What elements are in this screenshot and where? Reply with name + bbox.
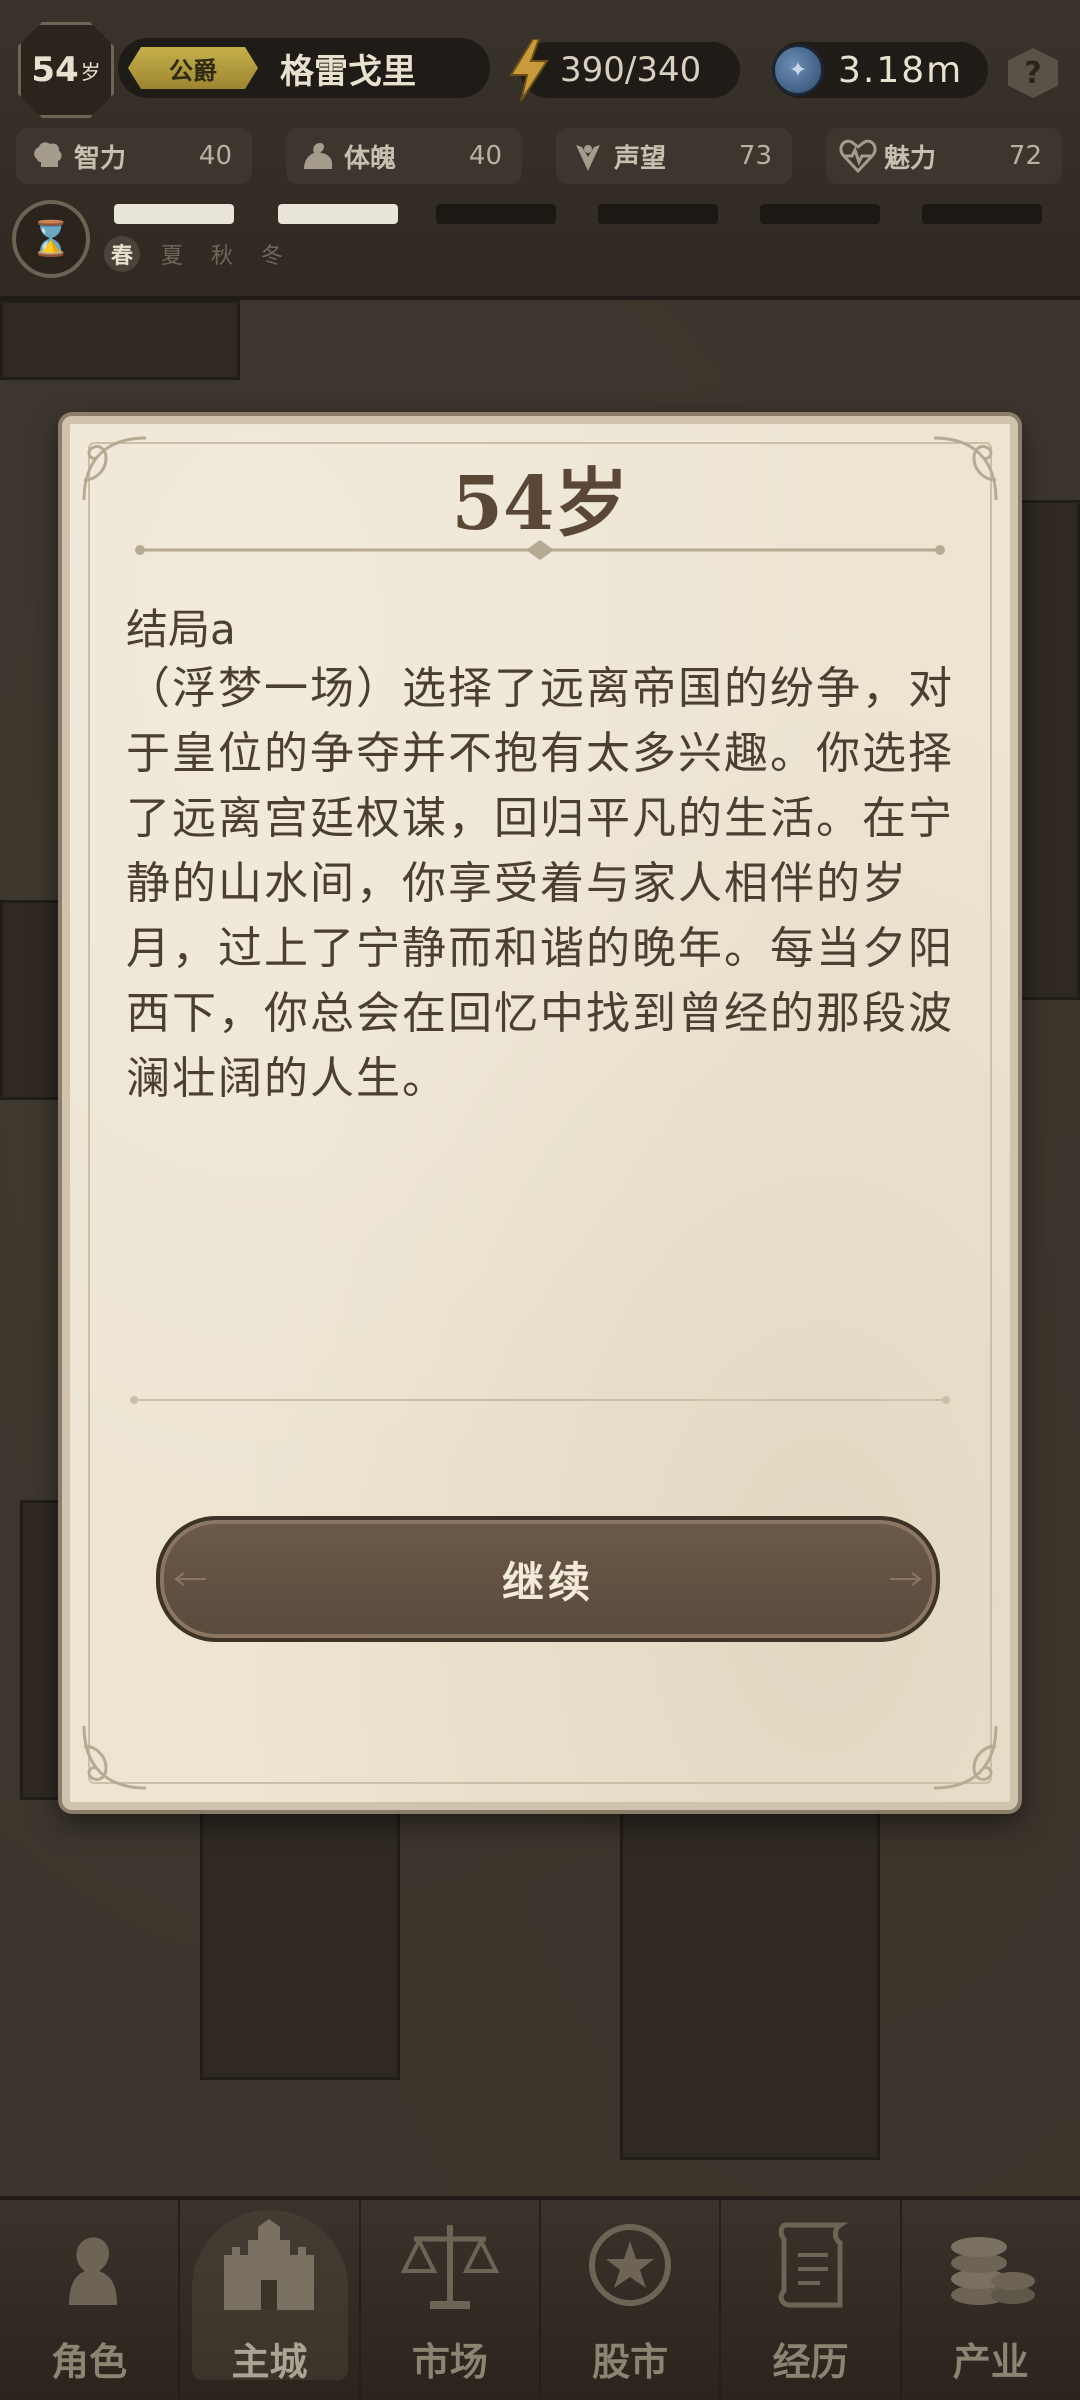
dialog-title: 54岁 [451, 461, 629, 547]
stat-physique[interactable]: 体魄 40 [286, 128, 522, 184]
progress-segment [278, 204, 398, 224]
stat-intelligence[interactable]: 智力 40 [16, 128, 252, 184]
nav-industry[interactable]: 产业 [902, 2200, 1080, 2400]
progress-segment [922, 204, 1042, 224]
progress-segment [760, 204, 880, 224]
progress-segment [436, 204, 556, 224]
money-pill[interactable]: ✦ 3.18m [772, 42, 988, 98]
stat-label: 魅力 [884, 143, 937, 174]
ending-label: 结局a [126, 605, 236, 654]
energy-value: 390/340 [560, 50, 702, 90]
continue-label: 继续 [501, 1557, 594, 1607]
brain-icon [28, 136, 68, 176]
corner-ornament-icon [933, 1725, 998, 1790]
nav-main-city[interactable]: 主城 [180, 2200, 361, 2400]
age-value: 54 [31, 50, 79, 90]
age-unit: 岁 [80, 59, 101, 84]
season-summer: 夏 [160, 244, 183, 269]
corner-ornament-icon [82, 1725, 147, 1790]
ornamental-divider [130, 1396, 950, 1404]
money-value: 3.18m [838, 49, 964, 91]
story-text: （浮梦一场）选择了远离帝国的纷争，对于皇位的争夺并不抱有太多兴趣。你选择了远离宫… [126, 663, 954, 1104]
nav-label: 角色 [51, 2339, 128, 2384]
heartbeat-icon [838, 136, 878, 176]
season-winter: 冬 [260, 244, 283, 269]
stat-value: 73 [738, 141, 772, 171]
nav-market[interactable]: 市场 [361, 2200, 541, 2400]
castle-icon [209, 2205, 329, 2325]
stat-charm[interactable]: 魅力 72 [826, 128, 1062, 184]
stock-icon [570, 2205, 690, 2325]
nav-history[interactable]: 经历 [721, 2200, 902, 2400]
button-ornament-icon [890, 1572, 922, 1586]
button-ornament-icon [174, 1572, 206, 1586]
stat-label: 声望 [614, 143, 667, 174]
ending-dialog: 54岁 结局a （浮梦一场）选择了远离帝国的纷争，对于皇位的争夺并不抱有太多兴趣… [62, 416, 1018, 1810]
season-autumn: 秋 [210, 244, 233, 269]
stat-reputation[interactable]: 声望 73 [556, 128, 792, 184]
player-name-pill[interactable]: 公爵 格雷戈里 [118, 38, 490, 98]
nav-stock-market[interactable]: 股市 [541, 2200, 722, 2400]
character-icon [29, 2205, 149, 2325]
season-spring: 春 [104, 236, 140, 272]
progress-segment [598, 204, 718, 224]
lightning-bolt-icon [506, 38, 552, 102]
ornamental-divider [135, 540, 945, 560]
player-name: 格雷戈里 [280, 51, 416, 92]
stat-label: 体魄 [344, 143, 397, 174]
season-progress: ⌛ 春 夏 秋 冬 [8, 196, 1068, 286]
nav-label: 主城 [231, 2339, 308, 2384]
coins-icon [931, 2205, 1051, 2325]
nav-character[interactable]: 角色 [0, 2200, 181, 2400]
nav-label: 市场 [411, 2339, 488, 2384]
hourglass-icon: ⌛ [12, 200, 90, 278]
nav-label: 经历 [772, 2339, 849, 2384]
stat-value: 40 [198, 141, 232, 171]
stat-value: 40 [468, 141, 502, 171]
progress-segment [114, 204, 234, 224]
help-icon[interactable]: ? [1008, 48, 1058, 98]
stat-label: 智力 [74, 143, 127, 174]
scroll-icon [750, 2205, 870, 2325]
bottom-navigation: 角色 主城 市场 股市 经历 产业 [0, 2196, 1080, 2400]
status-bar: 54 岁 公爵 格雷戈里 390/340 ✦ 3.18m ? 智力 40 体魄 4… [0, 0, 1080, 300]
continue-button[interactable]: 继续 [156, 1516, 940, 1642]
stats-row: 智力 40 体魄 40 声望 73 魅力 72 [16, 128, 1066, 186]
nav-label: 股市 [592, 2339, 669, 2384]
muscle-icon [298, 136, 338, 176]
laurel-icon [568, 136, 608, 176]
season-list: 春 夏 秋 冬 [104, 236, 290, 272]
stat-value: 72 [1008, 141, 1042, 171]
age-badge: 54 岁 [18, 22, 114, 118]
nav-label: 产业 [952, 2339, 1029, 2384]
noble-title-tag: 公爵 [128, 47, 258, 89]
coin-icon: ✦ [772, 44, 824, 96]
energy-pill[interactable]: 390/340 [509, 39, 740, 101]
scales-icon [390, 2205, 510, 2325]
